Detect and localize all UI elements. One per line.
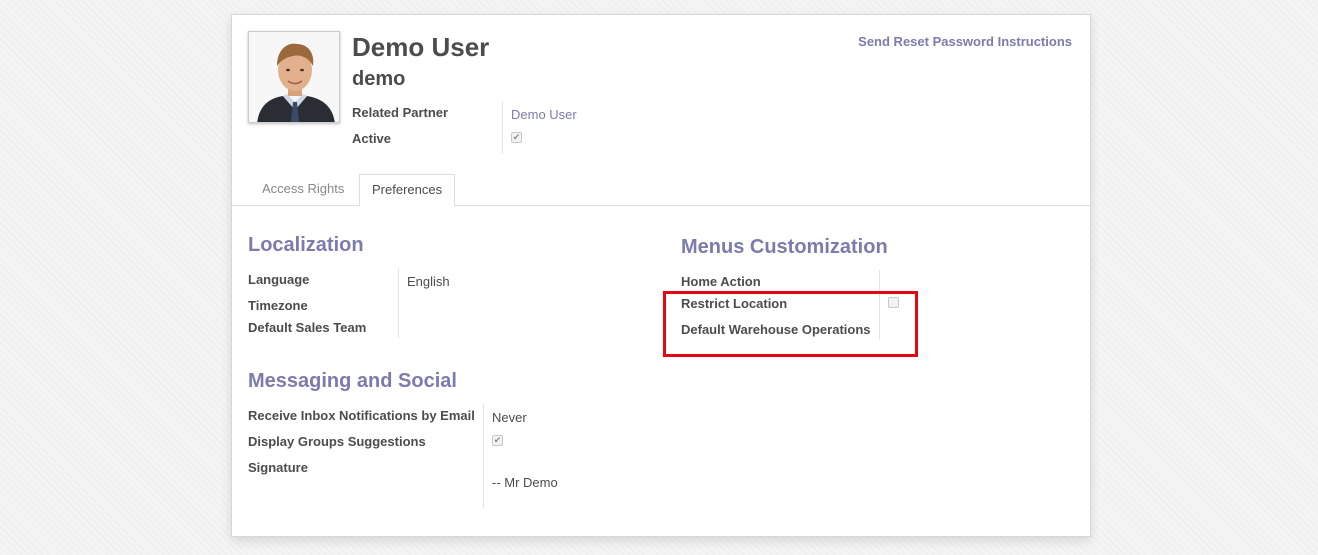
tab-preferences[interactable]: Preferences xyxy=(359,174,456,207)
display-groups-label: Display Groups Suggestions xyxy=(248,434,426,449)
user-avatar[interactable] xyxy=(248,31,340,123)
home-action-label: Home Action xyxy=(681,274,761,289)
form-tabs: Access Rights Preferences xyxy=(232,174,1090,207)
field-separator xyxy=(483,404,484,508)
signature-value[interactable]: -- Mr Demo xyxy=(492,475,558,490)
user-name: Demo User xyxy=(352,32,490,62)
user-login: demo xyxy=(352,68,406,90)
signature-label: Signature xyxy=(248,460,308,475)
menus-customization-title: Menus Customization xyxy=(681,236,888,258)
send-reset-password-link[interactable]: Send Reset Password Instructions xyxy=(858,34,1072,49)
default-sales-team-label: Default Sales Team xyxy=(248,320,367,335)
language-value[interactable]: English xyxy=(407,274,450,289)
messaging-social-title: Messaging and Social xyxy=(248,370,457,392)
timezone-label: Timezone xyxy=(248,298,308,313)
related-partner-value[interactable]: Demo User xyxy=(511,107,577,122)
language-label: Language xyxy=(248,272,310,287)
active-checkbox[interactable] xyxy=(511,132,522,143)
inbox-notifications-value[interactable]: Never xyxy=(492,410,527,425)
display-groups-checkbox[interactable] xyxy=(492,435,503,446)
related-partner-label: Related Partner xyxy=(352,105,449,120)
field-separator xyxy=(502,101,503,153)
inbox-notifications-label: Receive Inbox Notifications by Email xyxy=(248,408,475,423)
user-form-sheet: Demo User demo Send Reset Password Instr… xyxy=(231,14,1091,537)
active-label: Active xyxy=(352,131,392,146)
tab-access-rights[interactable]: Access Rights xyxy=(250,174,356,206)
field-separator xyxy=(398,268,399,338)
highlight-box xyxy=(663,291,918,357)
localization-title: Localization xyxy=(248,234,364,256)
avatar-photo xyxy=(249,32,339,122)
